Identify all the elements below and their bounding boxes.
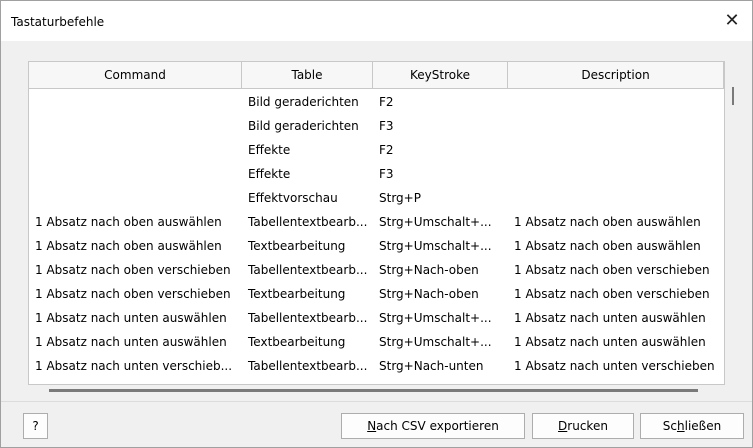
table-row[interactable]: 1 Absatz nach oben verschieben Textbearbe… (29, 282, 724, 306)
close-mnemonic: h (677, 419, 685, 433)
cell-keystroke: Strg+P (379, 191, 421, 205)
table-row[interactable]: Effektvorschau Strg+P (29, 186, 724, 210)
footer-divider (1, 401, 752, 402)
commands-table[interactable]: Command Table KeyStroke Description Bild… (28, 61, 725, 385)
cell-description: 1 Absatz nach unten auswählen (514, 335, 706, 349)
export-csv-button[interactable]: Nach CSV exportieren (341, 413, 525, 439)
cell-description: 1 Absatz nach oben auswählen (514, 215, 701, 229)
cell-keystroke: F2 (379, 95, 394, 109)
table-row[interactable]: 1 Absatz nach unten auswählen Textbearbei… (29, 330, 724, 354)
cell-table: Tabellentextbearb... (248, 359, 368, 373)
close-button[interactable]: Schließen (640, 413, 744, 439)
print-label: rucken (567, 419, 608, 433)
cell-description: 1 Absatz nach oben verschieben (514, 263, 710, 277)
cell-command: 1 Absatz nach oben verschieben (35, 287, 231, 301)
table-header: Command Table KeyStroke Description (29, 62, 724, 89)
cell-keystroke: Strg+Umschalt+... (379, 311, 492, 325)
cell-keystroke: Strg+Nach-oben (379, 263, 479, 277)
table-row[interactable]: Bild geraderichten F3 (29, 114, 724, 138)
cell-table: Effekte (248, 143, 291, 157)
title-bar: Tastaturbefehle ✕ (1, 1, 752, 41)
export-mnemonic: N (367, 419, 377, 433)
cell-keystroke: F3 (379, 167, 394, 181)
cell-command: 1 Absatz nach unten auswählen (35, 311, 227, 325)
cell-keystroke: F3 (379, 119, 394, 133)
cell-keystroke: Strg+Umschalt+... (379, 335, 492, 349)
cell-keystroke: Strg+Nach-oben (379, 287, 479, 301)
vertical-scroll-thumb[interactable] (732, 87, 734, 105)
cell-description (508, 186, 724, 210)
cell-command (29, 114, 242, 138)
table-row[interactable]: 1 Absatz nach oben verschieben Tabellente… (29, 258, 724, 282)
cell-keystroke: F2 (379, 143, 394, 157)
horizontal-scroll-thumb[interactable] (49, 389, 698, 392)
cell-description: 1 Absatz nach oben auswählen (514, 239, 701, 253)
cell-command (29, 186, 242, 210)
cell-table: Textbearbeitung (248, 239, 346, 253)
cell-description: 1 Absatz nach unten auswählen (514, 311, 706, 325)
table-row[interactable]: 1 Absatz nach oben auswählen Textbearbeit… (29, 234, 724, 258)
cell-table: Bild geraderichten (248, 119, 359, 133)
cell-table: Tabellentextbearb... (248, 215, 368, 229)
header-table[interactable]: Table (242, 62, 373, 89)
cell-description (508, 90, 724, 114)
cell-command: 1 Absatz nach oben verschieben (35, 263, 231, 277)
cell-description: 1 Absatz nach unten verschieben (514, 359, 715, 373)
cell-keystroke: Strg+Umschalt+... (379, 239, 492, 253)
header-description[interactable]: Description (508, 62, 724, 89)
cell-command (29, 90, 242, 114)
dialog-title: Tastaturbefehle (11, 15, 105, 29)
cell-command: 1 Absatz nach oben auswählen (35, 239, 222, 253)
table-row[interactable]: 1 Absatz nach unten auswählen Tabellentex… (29, 306, 724, 330)
print-button[interactable]: Drucken (532, 413, 634, 439)
cell-keystroke: Strg+Nach-unten (379, 359, 484, 373)
cell-table: Bild geraderichten (248, 95, 359, 109)
cell-table: Tabellentextbearb... (248, 263, 368, 277)
cell-table: Tabellentextbearb... (248, 311, 368, 325)
cell-command: 1 Absatz nach unten verschieb... (35, 359, 233, 373)
table-row[interactable]: Effekte F2 (29, 138, 724, 162)
export-label: ach CSV exportieren (376, 419, 499, 433)
keyboard-commands-dialog: Tastaturbefehle ✕ Command Table KeyStrok… (0, 0, 753, 448)
cell-description (508, 114, 724, 138)
close-label-start: Sc (662, 419, 677, 433)
vertical-scrollbar[interactable] (725, 61, 742, 383)
table-row[interactable]: 1 Absatz nach unten verschieb... Tabellen… (29, 354, 724, 378)
horizontal-scrollbar[interactable] (28, 383, 723, 397)
cell-description (508, 162, 724, 186)
header-command[interactable]: Command (29, 62, 242, 89)
header-keystroke[interactable]: KeyStroke (373, 62, 508, 89)
cell-keystroke: Strg+Umschalt+... (379, 215, 492, 229)
cell-description: 1 Absatz nach oben verschieben (514, 287, 710, 301)
cell-table: Textbearbeitung (248, 335, 346, 349)
cell-command (29, 138, 242, 162)
cell-command (29, 162, 242, 186)
cell-description (508, 138, 724, 162)
close-label-end: ließen (684, 419, 722, 433)
table-row[interactable]: 1 Absatz nach oben auswählen Tabellentext… (29, 210, 724, 234)
help-button[interactable]: ? (23, 413, 48, 439)
print-mnemonic: D (558, 419, 568, 433)
cell-command: 1 Absatz nach unten auswählen (35, 335, 227, 349)
cell-table: Textbearbeitung (248, 287, 346, 301)
table-row[interactable]: Bild geraderichten F2 (29, 90, 724, 114)
cell-table: Effektvorschau (248, 191, 338, 205)
cell-command: 1 Absatz nach oben auswählen (35, 215, 222, 229)
table-row[interactable]: Effekte F3 (29, 162, 724, 186)
cell-table: Effekte (248, 167, 291, 181)
close-icon[interactable]: ✕ (718, 7, 746, 35)
